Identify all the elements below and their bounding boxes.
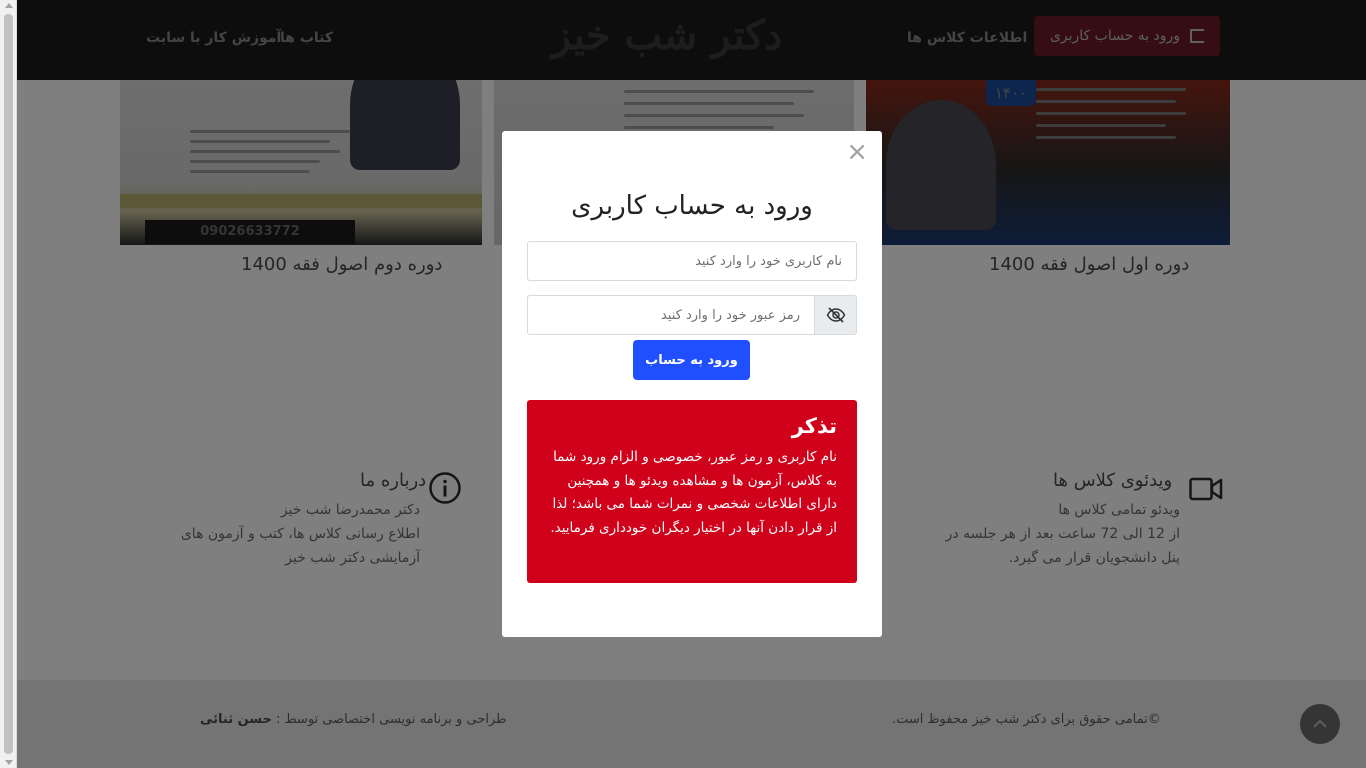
modal-title: ورود به حساب کاربری	[571, 191, 813, 221]
scrollbar-thumb[interactable]	[4, 14, 13, 754]
password-input[interactable]	[527, 295, 814, 335]
login-modal: × ورود به حساب کاربری ورود به حساب تذکر …	[502, 131, 882, 637]
notice-text: نام کاربری و رمز عبور، خصوصی و الزام ورو…	[550, 449, 837, 536]
notice-alert: تذکر نام کاربری و رمز عبور، خصوصی و الزا…	[527, 400, 857, 583]
password-group	[527, 295, 857, 335]
password-visibility-toggle[interactable]	[814, 295, 857, 335]
vertical-scrollbar[interactable]	[0, 0, 17, 768]
scroll-down-arrow-icon[interactable]	[5, 760, 13, 765]
scroll-up-arrow-icon[interactable]	[5, 3, 13, 8]
login-submit-button[interactable]: ورود به حساب	[633, 340, 750, 380]
eye-slash-icon	[826, 307, 845, 323]
close-icon[interactable]: ×	[846, 139, 868, 165]
username-input[interactable]	[527, 241, 857, 281]
notice-title: تذکر	[791, 414, 837, 438]
